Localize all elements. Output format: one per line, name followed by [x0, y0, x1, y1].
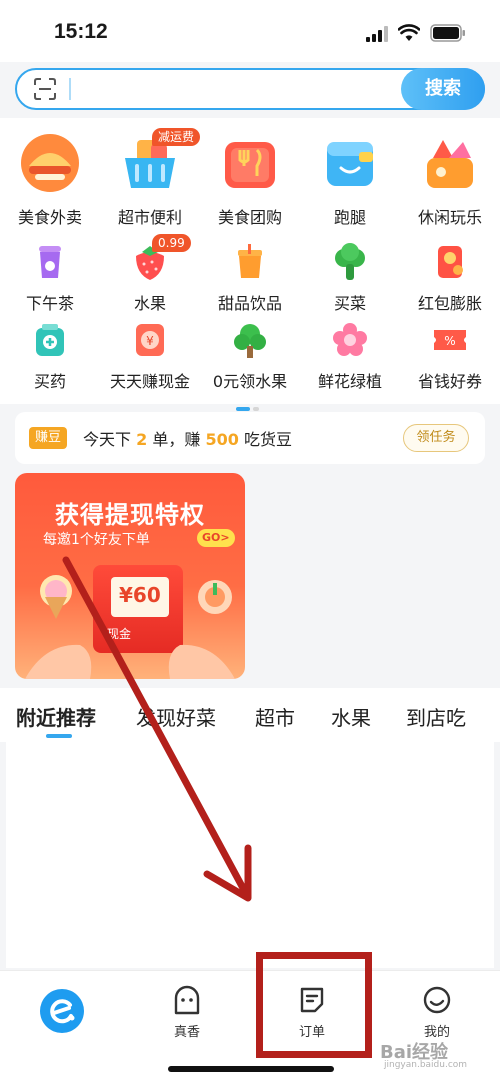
group-buy-icon [225, 142, 275, 188]
tab-discover-dishes[interactable]: 发现好菜 [136, 702, 216, 731]
category-errand[interactable]: 跑腿 [300, 132, 400, 228]
search-bar[interactable]: 搜索 [15, 68, 485, 110]
wifi-icon [398, 24, 420, 41]
category-afternoon-tea[interactable]: 下午茶 [0, 242, 100, 314]
category-free-fruit[interactable]: 0元领水果 [200, 320, 300, 392]
tree-icon [234, 324, 266, 358]
category-food-delivery[interactable]: 美食外卖 [0, 132, 100, 228]
category-groceries[interactable]: 买菜 [300, 242, 400, 314]
eleme-home-icon [50, 999, 75, 1024]
bean-task-banner[interactable]: 赚豆 今天下 2 单，赚 500 吃货豆 领任务 [15, 412, 485, 464]
coupon-icon: % [434, 330, 466, 350]
smile-face-icon [423, 986, 451, 1014]
promo-go-button[interactable]: GO> [197, 529, 235, 547]
nav-profile[interactable]: 我的 [397, 985, 477, 1040]
drink-icon [238, 244, 262, 278]
leisure-icon [427, 140, 473, 188]
hands-illustration [25, 644, 235, 679]
category-group-buy[interactable]: 美食团购 [200, 132, 300, 228]
cellular-signal-icon [366, 26, 388, 42]
search-button[interactable]: 搜索 [401, 68, 485, 110]
nav-home[interactable] [40, 989, 84, 1033]
tab-nearby[interactable]: 附近推荐 [16, 702, 96, 731]
category-panel: 美食外卖 超市便利 减运费 美食团购 跑腿 休闲玩乐 下午茶 水果 0.99 甜… [0, 118, 500, 404]
promo-title: 获得提现特权 [55, 501, 205, 529]
earn-beans-tag: 赚豆 [29, 427, 68, 449]
task-description: 今天下 2 单，赚 500 吃货豆 [83, 430, 292, 449]
category-supermarket[interactable]: 超市便利 减运费 [100, 128, 201, 228]
active-tab-indicator [46, 734, 72, 738]
category-coupons[interactable]: % 省钱好券 [400, 320, 500, 392]
category-desserts-drinks[interactable]: 甜品饮品 [200, 242, 300, 314]
promo-amount: ¥60 [119, 583, 161, 607]
status-bar: 15:12 [0, 0, 500, 62]
errand-bag-icon [327, 142, 373, 186]
promo-subtitle: 每邀1个好友下单 [43, 532, 150, 548]
feed-area [6, 742, 494, 968]
category-flowers[interactable]: 鲜花绿植 [300, 320, 400, 392]
ghost-face-icon [174, 985, 200, 1015]
category-red-packet[interactable]: 红包膨胀 [400, 242, 500, 314]
search-input[interactable] [69, 78, 71, 100]
food-delivery-icon [21, 134, 79, 192]
flower-icon [333, 323, 367, 356]
cash-coin-icon: ¥ [136, 324, 164, 356]
tab-fruit[interactable]: 水果 [331, 702, 371, 731]
order-note-icon [300, 987, 324, 1013]
red-packet-icon [438, 246, 463, 278]
vegetable-icon [335, 243, 365, 280]
tab-dine-in[interactable]: 到店吃 [406, 702, 466, 731]
ice-cream-icon [40, 575, 72, 619]
nav-zhenxiang[interactable]: 真香 [147, 985, 227, 1040]
snack-bubble-icon [198, 580, 232, 614]
battery-icon [430, 24, 465, 42]
shipping-discount-badge: 减运费 [152, 128, 201, 146]
fruit-price-badge: 0.99 [152, 234, 191, 252]
category-leisure[interactable]: 休闲玩乐 [400, 132, 500, 228]
page-dot [253, 407, 259, 411]
svg-text:¥: ¥ [146, 334, 154, 348]
tea-cup-icon [39, 246, 61, 278]
recommendation-tabs: 附近推荐 发现好菜 超市 水果 到店吃 [0, 688, 500, 742]
tab-supermarket[interactable]: 超市 [255, 702, 295, 731]
category-fruit[interactable]: 水果 0.99 [100, 234, 200, 314]
nav-orders[interactable]: 订单 [272, 985, 352, 1040]
page-dot-active [236, 407, 250, 411]
cash-card: ¥60 [111, 577, 169, 617]
home-indicator[interactable] [168, 1066, 334, 1072]
scan-icon[interactable] [33, 78, 57, 100]
medicine-icon [36, 324, 64, 356]
category-medicine[interactable]: 买药 [0, 320, 100, 392]
status-time: 15:12 [54, 20, 108, 43]
claim-task-button[interactable]: 领任务 [403, 424, 469, 452]
svg-text:%: % [444, 334, 455, 348]
category-earn-cash[interactable]: ¥ 天天赚现金 [100, 320, 200, 392]
invite-promo-card[interactable]: 获得提现特权 每邀1个好友下单 GO> ¥60 现金 [15, 473, 245, 679]
